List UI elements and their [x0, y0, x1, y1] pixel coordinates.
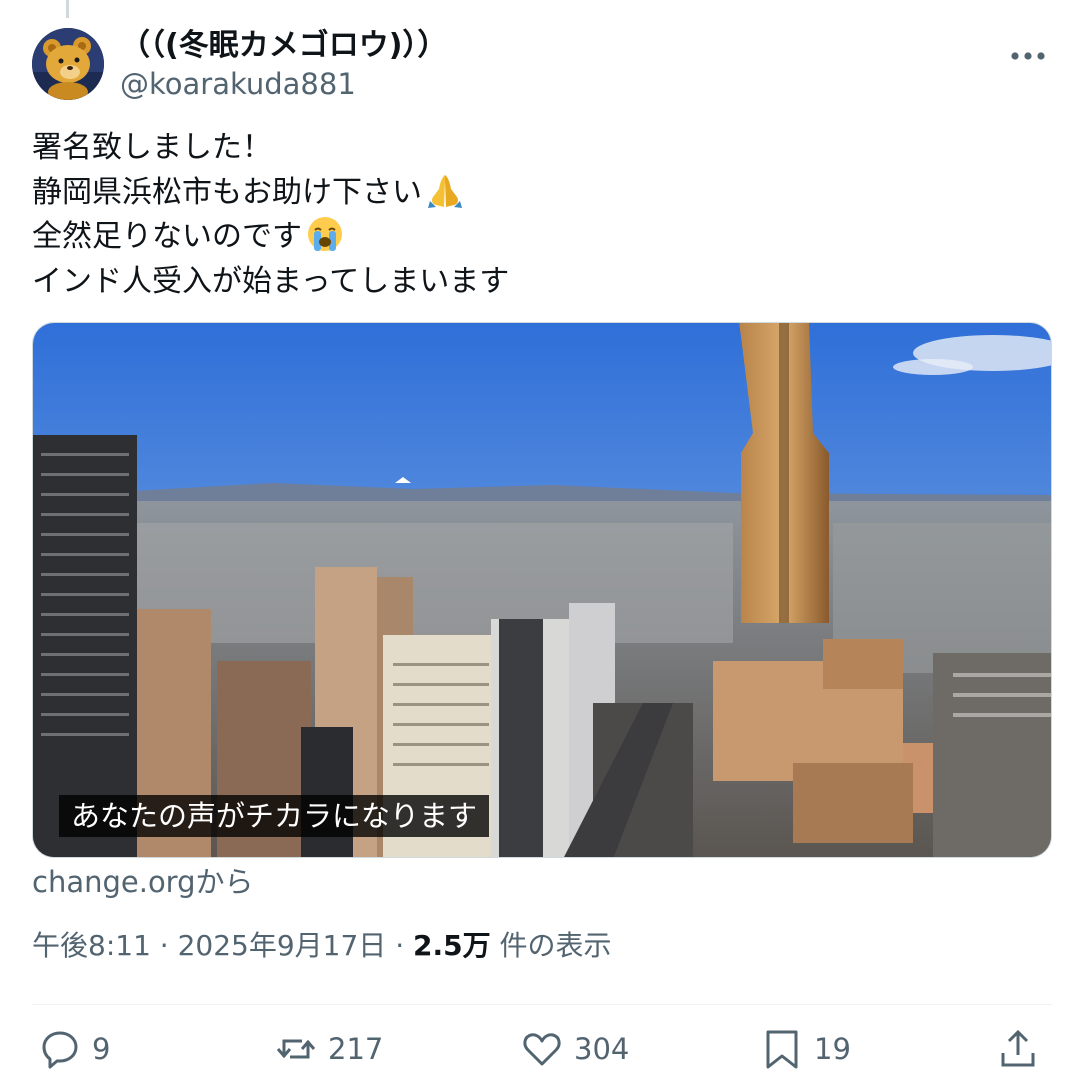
more-options-button[interactable] [1008, 36, 1048, 76]
tweet-action-bar: 9 217 304 19 [32, 1022, 1052, 1076]
user-handle[interactable]: @koarakuda881 [120, 66, 447, 102]
tweet-line-2: 静岡県浜松市もお助け下さい [32, 171, 1032, 216]
tweet-line-3: 全然足りないのです [32, 215, 1032, 260]
bear-mascot-avatar-icon [32, 28, 104, 100]
bookmark-count: 19 [814, 1032, 851, 1066]
bookmark-icon [766, 1030, 798, 1069]
share-icon [1001, 1029, 1035, 1067]
loudly-crying-face-icon [308, 217, 342, 252]
tweet-date[interactable]: 2025年9月17日 [178, 929, 387, 962]
city-skyline-image [33, 323, 1051, 857]
share-button[interactable] [996, 1022, 1040, 1076]
heart-icon [523, 1033, 561, 1066]
bookmark-button[interactable]: 19 [760, 1022, 851, 1076]
display-name[interactable]: （（(冬眠カメゴロウ)）） [120, 28, 447, 64]
repost-count: 217 [328, 1032, 384, 1066]
views-label[interactable]: 件の表示 [500, 929, 612, 962]
tweet-line-1: 署名致しました！ [32, 130, 272, 165]
tweet-time[interactable]: 午後8:11 [32, 929, 151, 962]
reply-icon [42, 1031, 78, 1069]
like-count: 304 [574, 1032, 630, 1066]
avatar[interactable] [32, 28, 104, 100]
tweet-metadata: 午後8:11 · 2025年9月17日 · 2.5万 件の表示 [32, 926, 612, 966]
reply-count: 9 [92, 1032, 111, 1066]
tweet-text: 署名致しました！ 静岡県浜松市もお助け下さい 全然足りないのです インド人受入が… [32, 126, 1032, 304]
media-caption: あなたの声がチカラになります [59, 795, 490, 837]
thread-connector-line [66, 0, 69, 18]
folded-hands-icon [428, 174, 462, 208]
repost-icon [276, 1039, 316, 1059]
tweet-line-4: インド人受入が始まってしまいます [32, 263, 510, 299]
link-source[interactable]: change.orgから [32, 862, 254, 902]
meta-separator: · [395, 929, 405, 962]
views-count[interactable]: 2.5万 [413, 929, 491, 962]
repost-button[interactable]: 217 [274, 1022, 383, 1076]
tweet-media-card[interactable]: あなたの声がチカラになります [32, 322, 1052, 858]
like-button[interactable]: 304 [520, 1022, 629, 1076]
reply-button[interactable]: 9 [38, 1022, 110, 1076]
divider [32, 1004, 1052, 1005]
more-dots-icon [1011, 52, 1045, 60]
meta-separator: · [159, 929, 169, 962]
tweet-header: （（(冬眠カメゴロウ)）） @koarakuda881 [32, 28, 1052, 104]
